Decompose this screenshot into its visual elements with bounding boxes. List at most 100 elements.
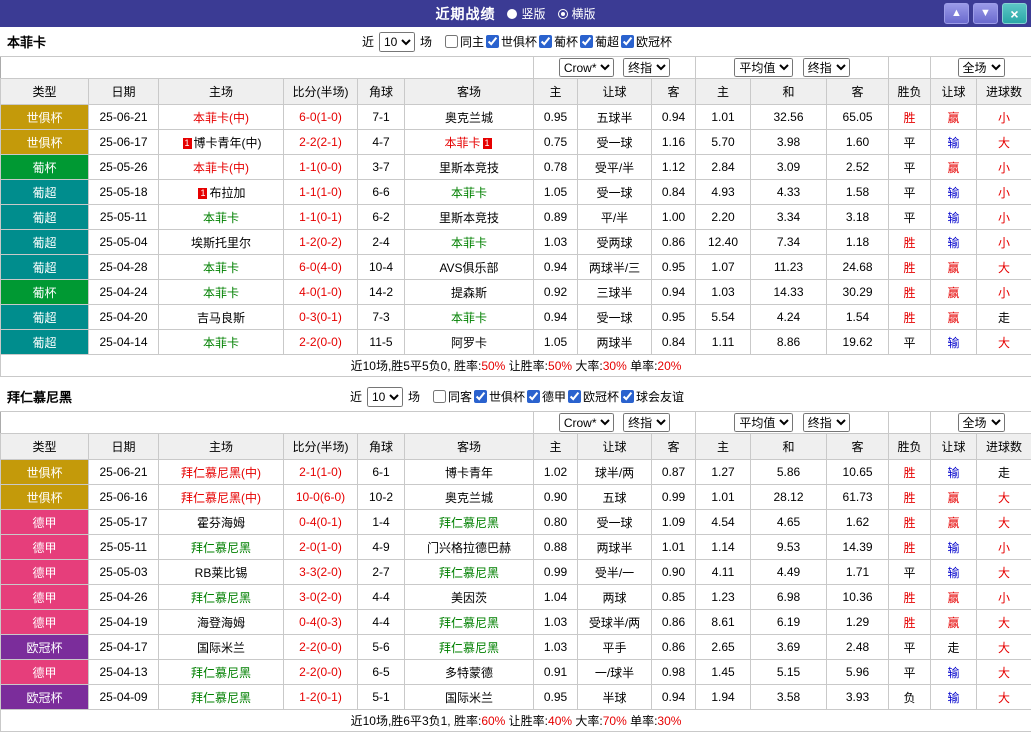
away-team: 奥克兰城 [404,484,534,510]
score: 2-2(0-0) [283,634,358,660]
corners: 4-9 [357,534,405,560]
odds-source-select[interactable]: Crow* [558,58,614,77]
avg-away-odds: 1.58 [826,179,890,205]
avg-away-odds: 10.65 [826,459,890,485]
ah-handicap: 球半/两 [577,459,652,485]
red-card-badge: 1 [182,137,192,149]
close-button[interactable]: × [1002,3,1027,24]
goals-result: 小 [976,279,1031,305]
league-checkbox-input[interactable] [568,390,582,403]
league-checkbox-input[interactable] [539,35,552,48]
match-date: 25-04-13 [88,659,159,685]
league-badge: 世俱杯 [0,484,89,510]
league-checkbox-label: 德甲 [542,390,567,404]
home-team: 1 博卡青年(中) [158,129,284,155]
league-checkbox-input[interactable] [580,35,594,48]
avg-draw-odds: 4.65 [750,509,828,535]
odds-source-select[interactable]: Crow* [558,413,614,432]
league-checkbox-input[interactable] [473,390,487,403]
layout-option-horizontal[interactable]: 横版 [557,5,596,22]
scope-select[interactable]: 全场 [957,413,1005,432]
result: 胜 [888,534,932,560]
ah-handicap: 一/球半 [577,659,652,685]
odds-stage-select[interactable]: 终指 [623,413,671,432]
same-venue-checkbox[interactable]: 同主 [444,33,484,50]
filter-prefix: 近 [349,390,362,404]
league-badge: 德甲 [0,584,89,610]
ah-handicap: 受一球 [577,179,652,205]
recent-count-select[interactable]: 10 [378,31,415,52]
match-date: 25-04-09 [88,684,159,710]
same-venue-checkbox-input[interactable] [444,35,458,48]
match-row: 欧冠杯 25-04-09 拜仁慕尼黑 1-2(0-1) 5-1 国际米兰 0.95 半球 0.9… [0,684,1031,710]
recent-count-select[interactable]: 10 [366,386,403,407]
away-team-name: 奥克兰城 [444,110,493,125]
handicap-result: 输 [930,559,978,585]
league-checkbox[interactable]: 世俱杯 [485,33,537,50]
column-header: 客 [826,433,890,460]
match-date: 25-04-17 [88,634,159,660]
avg-draw-odds: 5.15 [750,659,828,685]
goals-result: 大 [976,659,1031,685]
avg-home-odds: 8.61 [695,609,752,635]
column-header: 角球 [357,78,405,105]
avg-draw-odds: 5.86 [750,459,828,485]
league-checkbox-input[interactable] [527,390,540,403]
ah-handicap: 受平/半 [577,154,652,180]
move-down-button[interactable]: ▼ [973,3,998,24]
match-date: 25-05-17 [88,509,159,535]
ah-home-odds: 1.03 [533,609,578,635]
league-checkbox[interactable]: 欧冠杯 [568,388,619,405]
blank-cell [0,56,534,79]
league-checkbox[interactable]: 欧冠杯 [621,33,672,50]
league-checkbox[interactable]: 德甲 [527,388,566,405]
odds-stage-select[interactable]: 终指 [623,58,671,77]
average-select[interactable]: 平均值 [734,58,794,77]
away-team: 本菲卡 [404,179,534,205]
home-team-name: 拜仁慕尼黑 [190,590,251,605]
avg-draw-odds: 6.98 [750,584,828,610]
avg-home-odds: 2.20 [695,204,752,230]
match-row: 世俱杯 25-06-16 拜仁慕尼黑(中) 10-0(6-0) 10-2 奥克兰城 0.90… [0,484,1031,510]
home-team: RB莱比锡 [158,559,284,585]
away-team: 里斯本竞技 [404,154,534,180]
same-venue-checkbox-input[interactable] [432,390,446,403]
average-select[interactable]: 平均值 [734,413,794,432]
away-team: 本菲卡 1 [404,129,534,155]
column-header: 客 [826,78,890,105]
away-team: 多特蒙德 [404,659,534,685]
goals-result: 大 [976,684,1031,710]
league-checkbox[interactable]: 世俱杯 [473,388,525,405]
scope-select[interactable]: 全场 [957,58,1005,77]
league-checkbox-input[interactable] [621,390,635,403]
league-badge: 德甲 [0,509,89,535]
league-checkbox-input[interactable] [485,35,499,48]
away-team: 拜仁慕尼黑 [404,634,534,660]
home-team: 本菲卡 [158,204,284,230]
ah-handicap: 受一球 [577,304,652,330]
score: 0-3(0-1) [283,304,358,330]
league-checkbox-label: 世俱杯 [500,35,537,49]
ah-home-odds: 1.03 [533,229,578,255]
average-stage-select[interactable]: 终指 [802,413,850,432]
score: 2-2(2-1) [283,129,358,155]
layout-option-vertical[interactable]: 竖版 [507,5,546,22]
corners: 11-5 [357,329,405,355]
league-checkbox[interactable]: 葡杯 [539,33,578,50]
league-checkbox[interactable]: 葡超 [580,33,619,50]
league-badge: 葡超 [0,329,89,355]
corners: 5-6 [357,634,405,660]
same-venue-checkbox[interactable]: 同客 [432,388,472,405]
average-stage-select[interactable]: 终指 [802,58,850,77]
home-team-name: 本菲卡(中) [193,110,249,125]
league-badge: 葡超 [0,179,89,205]
league-checkbox-input[interactable] [621,35,635,48]
ah-away-odds: 1.12 [650,154,697,180]
ah-home-odds: 0.91 [533,659,578,685]
league-badge: 世俱杯 [0,104,89,130]
section-head: 本菲卡 近 10 场 同主 世俱杯 葡杯 葡超 欧冠杯 [0,27,1031,56]
corners: 10-4 [357,254,405,280]
move-up-button[interactable]: ▲ [944,3,969,24]
league-checkbox[interactable]: 球会友谊 [621,388,684,405]
ah-home-odds: 0.95 [533,684,578,710]
